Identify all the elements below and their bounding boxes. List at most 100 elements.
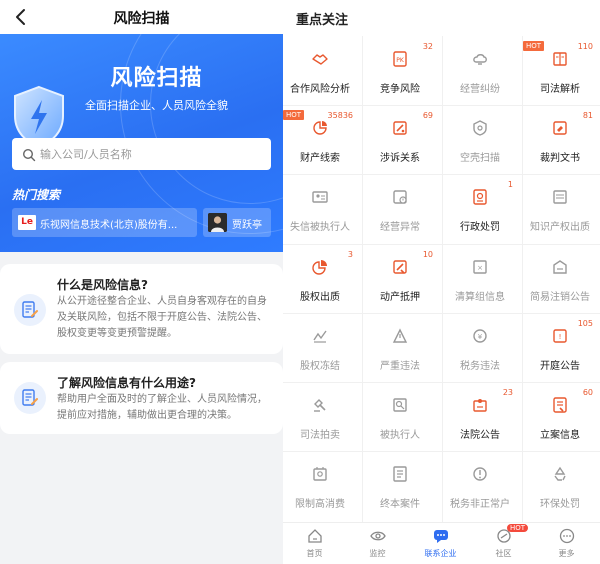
tab-community[interactable]: 社区 HOT <box>472 523 535 564</box>
abnormal-icon <box>392 189 408 205</box>
tab-chat[interactable]: 联系企业 <box>409 523 472 564</box>
risk-item[interactable]: 行政处罚 1 <box>443 174 517 241</box>
tab-label: 更多 <box>558 549 575 558</box>
risk-item[interactable]: × 清算组信息 <box>443 243 517 310</box>
count-badge: 35836 <box>327 111 353 121</box>
liquidation-icon: × <box>472 259 488 275</box>
grid-divider <box>283 174 600 176</box>
tab-label: 监控 <box>369 549 386 558</box>
risk-item[interactable]: 环保处罚 <box>523 451 597 518</box>
tax-violation-icon: ¥ <box>472 328 488 344</box>
bottom-tab-bar: 首页 监控 联系企业 社区 HOT 更多 <box>283 522 600 564</box>
risk-item[interactable]: 股权冻结 <box>283 312 357 379</box>
tab-label: 首页 <box>306 549 323 558</box>
risk-item[interactable]: PK 竞争风险 32 <box>363 36 437 102</box>
risk-item[interactable]: 被执行人 <box>363 382 437 448</box>
grid-divider <box>442 36 443 522</box>
risk-item[interactable]: 合作风险分析 <box>283 36 357 102</box>
count-badge: 105 <box>577 318 593 328</box>
cloud-dispute-icon <box>472 51 488 67</box>
svg-text:¥: ¥ <box>478 333 483 341</box>
count-badge: 23 <box>502 388 513 397</box>
risk-item[interactable]: 经营异常 <box>363 174 437 241</box>
risk-item[interactable]: 终本案件 <box>363 451 437 518</box>
count-badge: 81 <box>582 111 593 121</box>
more-icon <box>559 528 575 544</box>
hot-badge: HOT <box>507 524 529 532</box>
tab-more[interactable]: 更多 <box>535 523 598 564</box>
risk-item[interactable]: 简易注销公告 <box>523 243 597 310</box>
mortgage-icon <box>392 259 408 275</box>
risk-item[interactable]: 司法解析 110 HOT <box>523 36 597 102</box>
risk-item-label: 动产抵押 <box>380 291 420 303</box>
risk-item[interactable]: 涉诉关系 69 <box>363 105 437 172</box>
risk-item[interactable]: 财产线索 35836 HOT <box>283 105 357 172</box>
risk-item[interactable]: 法院公告 23 <box>443 382 517 448</box>
risk-item[interactable]: 立案信息 60 <box>523 382 597 448</box>
risk-item[interactable]: 裁判文书 81 <box>523 105 597 172</box>
risk-item-label: 经营异常 <box>380 222 420 234</box>
grid-divider <box>522 36 523 522</box>
hot-search-label: 贾跃亭 <box>232 220 262 231</box>
section-title: 重点关注 <box>296 13 349 28</box>
risk-item-label: 股权冻结 <box>300 360 340 372</box>
risk-item-label: 终本案件 <box>380 499 420 511</box>
risk-item-label: 财产线索 <box>300 153 340 165</box>
property-icon <box>312 120 328 136</box>
risk-item-label: 严重违法 <box>380 360 420 372</box>
tab-eye[interactable]: 监控 <box>346 523 409 564</box>
filing-icon <box>552 397 568 413</box>
tab-label: 联系企业 <box>424 549 457 558</box>
risk-item-label: 经营纠纷 <box>460 84 500 95</box>
risk-item[interactable]: 严重违法 <box>363 312 437 379</box>
risk-item-label: 行政处罚 <box>460 222 500 234</box>
grid-divider <box>362 36 363 522</box>
risk-item[interactable]: 经营纠纷 <box>443 36 517 102</box>
risk-item-label: 空壳扫描 <box>460 153 500 165</box>
svg-text:×: × <box>477 264 483 272</box>
risk-item-label: 股权出质 <box>300 291 340 303</box>
risk-item[interactable]: ! 开庭公告 105 <box>523 312 597 379</box>
info-card-usage: 了解风险信息有什么用途? 帮助用户全面及时的了解企业、人员风险情况，提前应对措施… <box>0 362 283 434</box>
pk-icon: PK <box>392 51 408 67</box>
search-input[interactable] <box>40 144 260 164</box>
risk-item-label: 竞争风险 <box>380 84 420 95</box>
document-edit-icon <box>14 382 46 414</box>
hero-subtitle: 全面扫描企业、人员风险全貌 <box>85 99 228 112</box>
count-badge: 10 <box>422 249 433 259</box>
ip-pledge-icon <box>552 189 568 205</box>
final-case-icon <box>392 466 408 482</box>
grid-divider <box>283 382 600 383</box>
risk-item[interactable]: 限制高消费 <box>283 451 357 518</box>
company-logo: Le <box>18 215 36 230</box>
risk-item[interactable]: 股权出质 3 <box>283 243 357 310</box>
risk-item[interactable]: 知识产权出质 <box>523 174 597 241</box>
risk-item[interactable]: 动产抵押 10 <box>363 243 437 310</box>
risk-item[interactable]: ¥ 税务违法 <box>443 312 517 379</box>
lawsuit-icon <box>392 120 408 136</box>
card-body: 从公开途径整合企业、人员自身客观存在的自身及关联风险，包括不限于开庭公告、法院公… <box>57 296 267 339</box>
count-badge: 60 <box>582 388 593 397</box>
hot-search-person[interactable]: 贾跃亭 <box>203 208 271 237</box>
tab-home[interactable]: 首页 <box>283 523 346 564</box>
risk-item[interactable]: 司法拍卖 <box>283 382 357 448</box>
card-title: 什么是风险信息? <box>57 278 148 292</box>
risk-item[interactable]: 失信被执行人 <box>283 174 357 241</box>
hot-search-company[interactable]: Le 乐视网信息技术(北京)股份有... <box>12 208 197 237</box>
risk-item-label: 简易注销公告 <box>530 291 590 303</box>
risk-item[interactable]: 空壳扫描 <box>443 105 517 172</box>
grid-divider <box>283 105 600 107</box>
hero-title: 风险扫描 <box>110 66 203 91</box>
search-icon <box>22 147 36 162</box>
cancellation-icon <box>552 259 568 275</box>
dishonest-icon <box>312 189 328 205</box>
penalty-icon <box>472 189 488 206</box>
hot-search-label: 热门搜索 <box>12 188 61 202</box>
risk-item-label: 涉诉关系 <box>380 153 420 165</box>
search-box[interactable] <box>12 138 271 170</box>
handshake-icon <box>312 51 328 67</box>
home-icon <box>307 528 323 544</box>
risk-item[interactable]: 税务非正常户 <box>443 451 517 518</box>
count-badge: 110 <box>577 42 593 51</box>
court-notice-icon <box>472 397 488 413</box>
